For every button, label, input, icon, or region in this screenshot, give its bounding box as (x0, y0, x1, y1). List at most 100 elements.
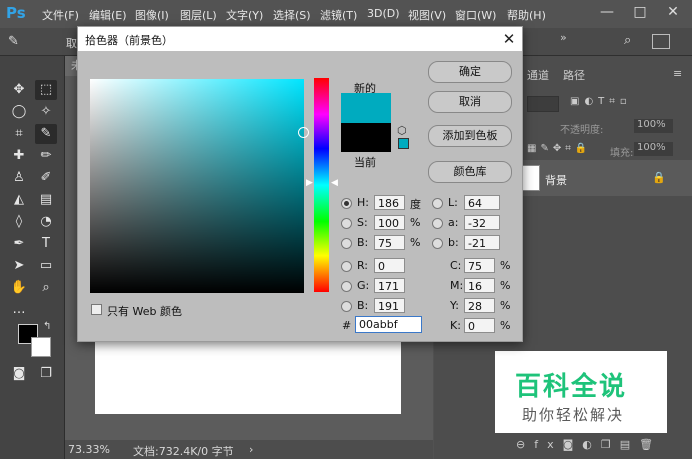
menu-view[interactable]: 视图(V) (408, 7, 446, 23)
lightness-input[interactable]: 64 (464, 195, 500, 210)
magic-wand-icon[interactable]: ✧ (35, 102, 57, 122)
menu-layer[interactable]: 图层(L) (180, 7, 217, 23)
cyan-input[interactable]: 75 (464, 258, 495, 273)
close-window-button[interactable]: ✕ (660, 2, 686, 22)
path-select-icon[interactable]: ➤ (8, 256, 30, 276)
document-canvas[interactable] (95, 330, 401, 414)
yellow-input[interactable]: 28 (464, 298, 495, 313)
b-channel-radio[interactable] (432, 238, 443, 249)
crop-tool-icon[interactable]: ⌗ (8, 124, 30, 144)
dialog-close-button[interactable]: ✕ (498, 28, 520, 50)
brightness-input[interactable]: 75 (374, 235, 405, 250)
web-colors-only-checkbox[interactable] (91, 304, 102, 315)
rectangle-tool-icon[interactable]: ▭ (35, 256, 57, 276)
stamp-tool-icon[interactable]: ♙ (8, 168, 30, 188)
type-tool-icon[interactable]: T (35, 234, 57, 254)
move-tool-icon[interactable]: ✥ (8, 80, 30, 100)
hex-label: # (342, 319, 352, 332)
current-color-swatch[interactable] (341, 123, 391, 152)
healing-brush-icon[interactable]: ✚ (8, 146, 30, 166)
red-radio[interactable] (341, 261, 352, 272)
hand-tool-icon[interactable]: ✋ (8, 278, 30, 298)
layers-panel-footer-icons[interactable]: ⊖fx◙◐❐▤🗑 (516, 438, 662, 451)
lightness-radio[interactable] (432, 198, 443, 209)
black-input[interactable]: 0 (464, 318, 495, 333)
menu-window[interactable]: 窗口(W) (455, 7, 496, 23)
menu-image[interactable]: 图像(I) (135, 7, 169, 23)
layer-lock-icon: 🔒 (652, 171, 666, 184)
panel-collapse-icon[interactable]: » (560, 31, 567, 44)
magenta-input[interactable]: 16 (464, 278, 495, 293)
pen-tool-icon[interactable]: ✒ (8, 234, 30, 254)
opacity-input[interactable]: 100% (634, 119, 673, 133)
dodge-tool-icon[interactable]: ◔ (35, 212, 57, 232)
hue-radio[interactable] (341, 198, 352, 209)
a-channel-radio[interactable] (432, 218, 443, 229)
marquee-tool-icon[interactable]: ⬚ (35, 80, 57, 100)
search-icon[interactable]: ⌕ (624, 33, 631, 48)
eyedropper-icon[interactable]: ✎ (8, 34, 19, 49)
a-channel-input[interactable]: -32 (464, 215, 500, 230)
hue-slider-left-arrow[interactable]: ▶ (306, 178, 313, 188)
gamut-cube-icon[interactable]: ⬡ (397, 124, 407, 137)
blue-input[interactable]: 191 (374, 298, 405, 313)
history-brush-icon[interactable]: ✐ (35, 168, 57, 188)
red-input[interactable]: 0 (374, 258, 405, 273)
green-radio[interactable] (341, 281, 352, 292)
hue-input[interactable]: 186 (374, 195, 405, 210)
menu-edit[interactable]: 编辑(E) (89, 7, 127, 23)
hex-input[interactable]: 00abbf (355, 316, 422, 333)
more-tools-icon[interactable]: … (8, 300, 30, 320)
zoom-level[interactable]: 73.33% (68, 443, 110, 456)
blue-radio[interactable] (341, 301, 352, 312)
color-field-cursor[interactable] (298, 127, 309, 138)
add-to-swatches-button[interactable]: 添加到色板 (428, 125, 512, 147)
eraser-tool-icon[interactable]: ◭ (8, 190, 30, 210)
color-libraries-button[interactable]: 颜色库 (428, 161, 512, 183)
black-unit: % (500, 319, 511, 332)
quick-mask-icon[interactable]: ◙ (8, 364, 30, 384)
ok-button[interactable]: 确定 (428, 61, 512, 83)
b-channel-input[interactable]: -21 (464, 235, 500, 250)
gradient-tool-icon[interactable]: ▤ (35, 190, 57, 210)
workspace-icon[interactable] (652, 34, 670, 49)
menu-select[interactable]: 选择(S) (273, 7, 311, 23)
watermark-title: 百科全说 (515, 372, 628, 402)
hue-label: H: (357, 196, 369, 209)
cancel-button[interactable]: 取消 (428, 91, 512, 113)
eyedropper-tool-icon[interactable]: ✎ (35, 124, 57, 144)
panel-menu-icon[interactable]: ≡ (673, 67, 682, 80)
blue-label: B: (357, 299, 369, 312)
maximize-button[interactable]: □ (627, 2, 653, 22)
layer-filter-select[interactable] (527, 96, 559, 112)
minimize-button[interactable]: — (594, 2, 620, 22)
hue-slider-right-arrow[interactable]: ◀ (331, 178, 338, 188)
zoom-tool-icon[interactable]: ⌕ (35, 278, 57, 298)
hue-slider[interactable] (314, 78, 329, 292)
menu-type[interactable]: 文字(Y) (226, 7, 263, 23)
websafe-color-icon[interactable] (398, 138, 409, 149)
green-input[interactable]: 171 (374, 278, 405, 293)
tab-paths[interactable]: 路径 (563, 67, 585, 83)
brightness-radio[interactable] (341, 238, 352, 249)
fill-input[interactable]: 100% (634, 142, 673, 156)
lasso-tool-icon[interactable]: ◯ (8, 102, 30, 122)
blur-tool-icon[interactable]: ◊ (8, 212, 30, 232)
layer-filter-icons[interactable]: ▣◐T⌗▫ (570, 96, 632, 107)
menu-filter[interactable]: 滤镜(T) (320, 7, 357, 23)
brush-tool-icon[interactable]: ✏ (35, 146, 57, 166)
menu-file[interactable]: 文件(F) (42, 7, 79, 23)
saturation-brightness-field[interactable] (90, 79, 304, 293)
status-arrow[interactable]: › (249, 443, 253, 456)
watermark-subtitle: 助你轻松解决 (522, 406, 625, 424)
swap-colors-icon[interactable]: ↰ (43, 321, 51, 332)
saturation-radio[interactable] (341, 218, 352, 229)
saturation-input[interactable]: 100 (374, 215, 405, 230)
screen-mode-icon[interactable]: ❐ (35, 364, 57, 384)
menu-3d[interactable]: 3D(D) (367, 7, 400, 20)
magenta-unit: % (500, 279, 511, 292)
lock-icons[interactable]: ▦✎✥⌗🔒 (527, 143, 591, 154)
background-color-swatch[interactable] (31, 337, 51, 357)
tab-channels[interactable]: 通道 (527, 67, 549, 83)
menu-help[interactable]: 帮助(H) (507, 7, 546, 23)
